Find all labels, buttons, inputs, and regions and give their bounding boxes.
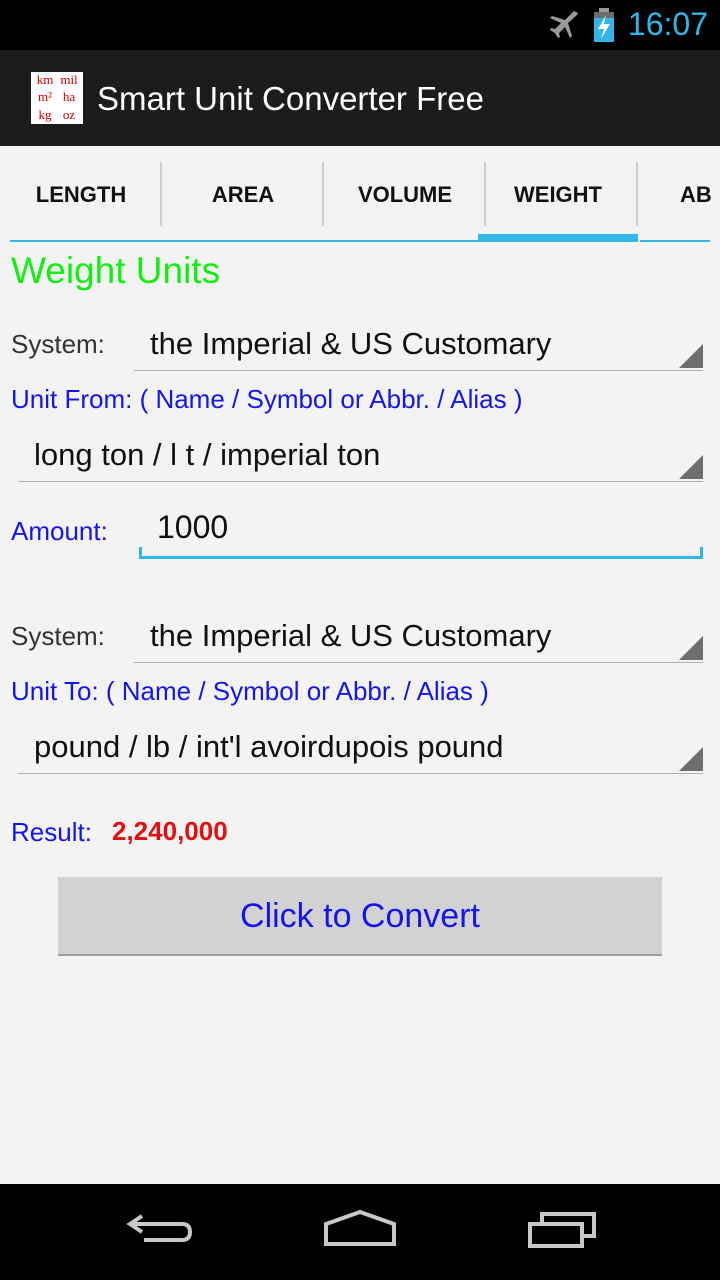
from-system-value: the Imperial & US Customary (150, 326, 552, 361)
unit-from-label: Unit From: ( Name / Symbol or Abbr. / Al… (11, 384, 523, 414)
amount-value: 1000 (157, 509, 229, 545)
app-logo-icon: km mil m² ha kg oz (31, 72, 83, 124)
home-icon[interactable] (322, 1206, 398, 1250)
convert-button[interactable]: Click to Convert (58, 877, 662, 956)
tab-area[interactable]: AREA (162, 146, 324, 242)
tab-label: LENGTH (35, 182, 127, 207)
airplane-mode-icon (550, 11, 578, 38)
unit-from-value: long ton / l t / imperial ton (34, 437, 381, 472)
back-icon[interactable] (124, 1206, 196, 1250)
to-system-dropdown[interactable]: the Imperial & US Customary (134, 612, 703, 663)
unit-to-dropdown[interactable]: pound / lb / int'l avoirdupois pound (18, 723, 703, 774)
tab-weight[interactable]: WEIGHT (478, 146, 638, 242)
navigation-bar (0, 1184, 720, 1280)
dropdown-arrow-icon (679, 344, 703, 368)
unit-to-label: Unit To: ( Name / Symbol or Abbr. / Alia… (11, 676, 489, 706)
result-value: 2,240,000 (112, 816, 228, 846)
recent-apps-icon[interactable] (526, 1206, 600, 1250)
to-system-value: the Imperial & US Customary (150, 618, 552, 653)
tab-more[interactable]: AB (640, 146, 720, 242)
section-heading: Weight Units (11, 250, 221, 291)
tab-length[interactable]: LENGTH (0, 146, 162, 242)
status-clock: 16:07 (627, 6, 708, 42)
to-system-label: System: (11, 621, 105, 651)
battery-charging-icon (594, 8, 614, 42)
amount-input[interactable]: 1000 (139, 505, 703, 559)
unit-to-value: pound / lb / int'l avoirdupois pound (34, 729, 504, 764)
unit-from-dropdown[interactable]: long ton / l t / imperial ton (18, 431, 703, 482)
tab-label: AB (680, 182, 712, 207)
result-label: Result: (11, 817, 92, 847)
status-bar: 16:07 (0, 0, 720, 50)
action-bar: km mil m² ha kg oz Smart Unit Converter Fre… (0, 50, 720, 146)
from-system-label: System: (11, 329, 105, 359)
tab-volume[interactable]: VOLUME (324, 146, 486, 242)
tab-bar: LENGTH AREA VOLUME WEIGHT AB (0, 146, 720, 242)
tab-label: VOLUME (357, 182, 453, 207)
dropdown-arrow-icon (679, 636, 703, 660)
amount-label: Amount: (11, 516, 108, 546)
dropdown-arrow-icon (679, 455, 703, 479)
tab-label: AREA (211, 182, 275, 207)
app-title: Smart Unit Converter Free (97, 80, 484, 117)
tab-label: WEIGHT (514, 182, 602, 207)
convert-button-label: Click to Convert (240, 897, 480, 935)
dropdown-arrow-icon (679, 747, 703, 771)
from-system-dropdown[interactable]: the Imperial & US Customary (134, 320, 703, 371)
